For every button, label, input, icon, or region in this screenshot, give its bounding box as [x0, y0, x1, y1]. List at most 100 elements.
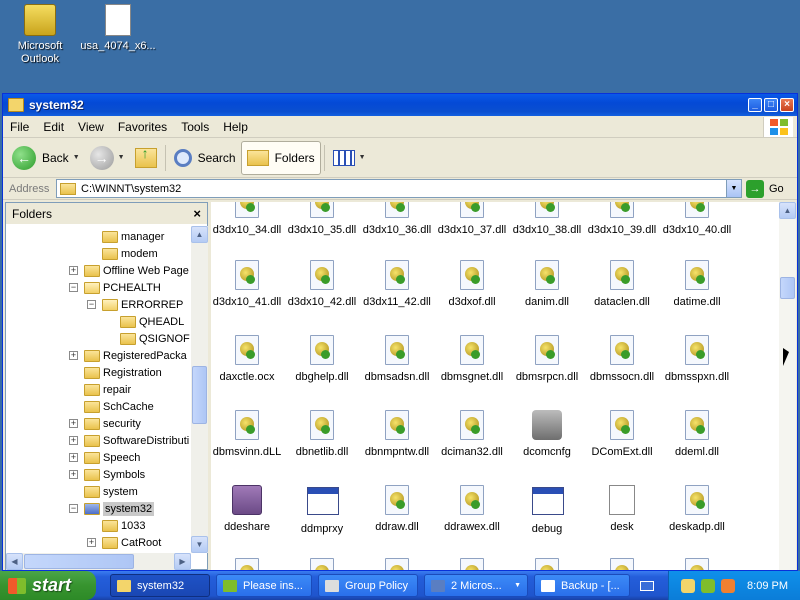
scrollbar-thumb[interactable]	[24, 554, 134, 569]
file-item-partial[interactable]	[433, 558, 511, 570]
file-item[interactable]: dcomcnfg	[508, 410, 586, 458]
file-item[interactable]: dbnetlib.dll	[283, 410, 361, 458]
close-icon[interactable]: ×	[193, 206, 201, 221]
expand-icon[interactable]: +	[69, 419, 78, 428]
file-item[interactable]: deskadp.dll	[658, 485, 736, 533]
back-button[interactable]: ← Back ▼	[7, 141, 85, 175]
forward-button[interactable]: → ▼	[85, 141, 130, 175]
chevron-down-icon[interactable]: ▼	[359, 154, 366, 161]
shield-icon[interactable]	[681, 578, 696, 593]
file-item[interactable]: d3dx10_40.dll	[658, 202, 736, 236]
tree-node[interactable]: + RegisteredPacka	[69, 347, 187, 364]
file-item[interactable]: d3dx10_34.dll	[211, 202, 286, 236]
taskbar-item-backup[interactable]: Backup - [...	[534, 574, 630, 597]
menu-help[interactable]: Help	[216, 120, 255, 134]
menu-favorites[interactable]: Favorites	[111, 120, 174, 134]
expand-icon[interactable]: +	[69, 351, 78, 360]
tree-vertical-scrollbar[interactable]: ▲ ▼	[191, 226, 208, 553]
tree-node[interactable]: + Speech	[69, 449, 140, 466]
file-item[interactable]: dbmsadsn.dll	[358, 335, 436, 383]
scroll-up-icon[interactable]: ▲	[779, 202, 796, 219]
file-item[interactable]: dbmsgnet.dll	[433, 335, 511, 383]
file-item[interactable]: dbmsrpcn.dll	[508, 335, 586, 383]
file-item-partial[interactable]	[358, 558, 436, 570]
collapse-icon[interactable]: −	[87, 300, 96, 309]
network-icon[interactable]	[701, 578, 716, 593]
file-item-partial[interactable]	[508, 558, 586, 570]
file-item[interactable]: ddraw.dll	[358, 485, 436, 533]
desktop-icon-installer[interactable]: usa_4074_x6...	[80, 4, 156, 53]
file-item[interactable]: d3dx10_41.dll	[211, 260, 286, 308]
file-item-partial[interactable]	[211, 558, 286, 570]
chevron-down-icon[interactable]: ▼	[118, 154, 125, 161]
search-icon[interactable]	[721, 578, 736, 593]
minimize-button[interactable]: _	[748, 98, 762, 112]
tree-node[interactable]: manager	[87, 228, 164, 245]
file-item[interactable]: d3dx11_42.dll	[358, 260, 436, 308]
file-item[interactable]: ddeshare	[211, 485, 286, 533]
close-button[interactable]: ×	[780, 98, 794, 112]
file-item[interactable]: d3dx10_37.dll	[433, 202, 511, 236]
file-item[interactable]: ddrawex.dll	[433, 485, 511, 533]
file-item[interactable]: daxctle.ocx	[211, 335, 286, 383]
taskbar-item-system32[interactable]: system32	[110, 574, 210, 597]
tree-node[interactable]: QHEADL	[105, 313, 184, 330]
tree-node[interactable]: − PCHEALTH	[69, 279, 161, 296]
menu-tools[interactable]: Tools	[174, 120, 216, 134]
file-item[interactable]: dbmssocn.dll	[583, 335, 661, 383]
file-item[interactable]: dataclen.dll	[583, 260, 661, 308]
scroll-down-icon[interactable]: ▼	[191, 536, 208, 553]
file-item[interactable]: ddeml.dll	[658, 410, 736, 458]
scroll-right-icon[interactable]: ▶	[174, 553, 191, 570]
files-vertical-scrollbar[interactable]: ▲	[779, 202, 796, 570]
expand-icon[interactable]: +	[69, 453, 78, 462]
tree-node[interactable]: QSIGNOF	[105, 330, 190, 347]
file-item[interactable]: datime.dll	[658, 260, 736, 308]
scrollbar-thumb[interactable]	[192, 366, 207, 424]
menu-view[interactable]: View	[71, 120, 111, 134]
collapse-icon[interactable]: −	[69, 504, 78, 513]
tree-node[interactable]: − system32	[69, 500, 155, 517]
file-item[interactable]: d3dxof.dll	[433, 260, 511, 308]
up-folder-button[interactable]: ↑	[130, 141, 162, 175]
taskbar-item-microsoft-group[interactable]: 2 Micros... ▼	[424, 574, 528, 597]
collapse-icon[interactable]: −	[69, 283, 78, 292]
title-bar[interactable]: system32 _ □ ×	[3, 94, 797, 116]
file-item[interactable]: d3dx10_38.dll	[508, 202, 586, 236]
tree-node[interactable]: Registration	[69, 364, 162, 381]
tree-node[interactable]: system	[69, 483, 138, 500]
maximize-button[interactable]: □	[764, 98, 778, 112]
clock[interactable]: 8:09 PM	[747, 580, 788, 592]
file-item[interactable]: dbmsvinn.dLL	[211, 410, 286, 458]
views-button[interactable]: ▼	[328, 141, 371, 175]
tree-node[interactable]: + SoftwareDistributi	[69, 432, 189, 449]
scrollbar-thumb[interactable]	[780, 277, 795, 299]
desktop-icon-outlook[interactable]: Microsoft Outlook	[2, 4, 78, 66]
file-item[interactable]: d3dx10_35.dll	[283, 202, 361, 236]
scroll-up-icon[interactable]: ▲	[191, 226, 208, 243]
file-item[interactable]: desk	[583, 485, 661, 533]
file-item-partial[interactable]	[658, 558, 736, 570]
file-item-partial[interactable]	[583, 558, 661, 570]
expand-icon[interactable]: +	[69, 266, 78, 275]
file-item[interactable]: ddmprxy	[283, 485, 361, 535]
address-input[interactable]: C:\WINNT\system32 ▼	[56, 179, 742, 198]
file-item[interactable]: d3dx10_42.dll	[283, 260, 361, 308]
tree-node[interactable]: repair	[69, 381, 131, 398]
file-item[interactable]: dbnmpntw.dll	[358, 410, 436, 458]
expand-icon[interactable]: +	[87, 538, 96, 547]
chevron-down-icon[interactable]: ▼	[73, 154, 80, 161]
file-item[interactable]: dciman32.dll	[433, 410, 511, 458]
scroll-left-icon[interactable]: ◀	[6, 553, 23, 570]
expand-icon[interactable]: +	[69, 470, 78, 479]
file-item[interactable]: debug	[508, 485, 586, 535]
chevron-down-icon[interactable]: ▼	[726, 180, 741, 197]
tree-node[interactable]: + CatRoot	[87, 534, 161, 551]
start-button[interactable]: start	[0, 571, 96, 600]
tree-node[interactable]: SchCache	[69, 398, 154, 415]
tree-horizontal-scrollbar[interactable]: ◀ ▶	[6, 553, 191, 570]
menu-edit[interactable]: Edit	[36, 120, 71, 134]
tree-node[interactable]: + Offline Web Page	[69, 262, 189, 279]
taskbar-item-please-insert[interactable]: Please ins...	[216, 574, 312, 597]
tree-node[interactable]: + security	[69, 415, 141, 432]
